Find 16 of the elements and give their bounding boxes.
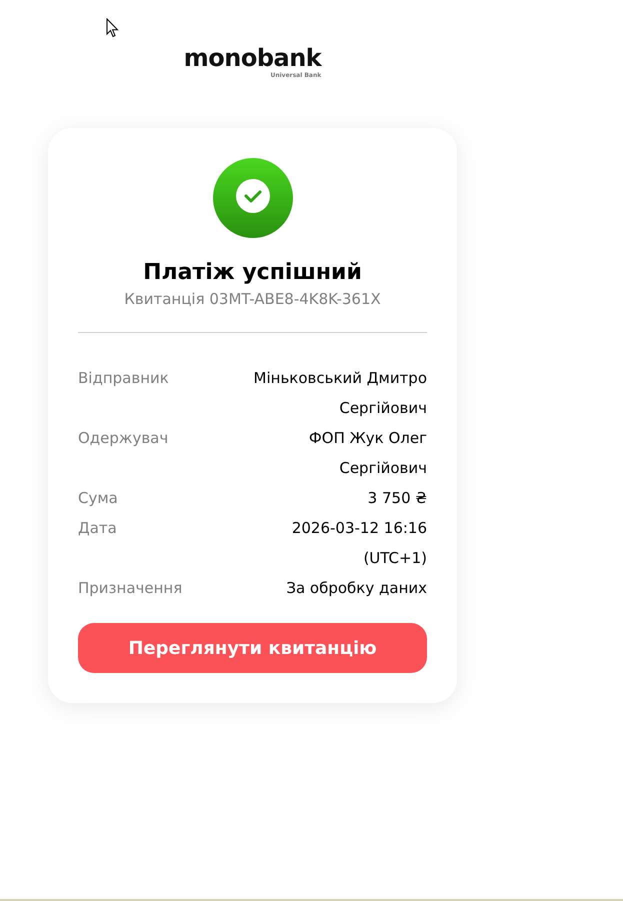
detail-value: ФОП Жук Олег Сергійович [308,428,427,479]
success-check-icon [212,158,292,238]
detail-value: За обробку даних [285,578,427,599]
detail-value: 3 750 ₴ [366,488,427,509]
detail-value: 2026-03-12 16:16 (UTC+1) [290,518,427,569]
detail-label: Відправник [78,368,169,389]
detail-label: Дата [78,518,117,539]
logo-wordmark: monobank [184,44,322,72]
cursor-icon [106,18,119,38]
detail-label: Одержувач [78,428,168,449]
view-receipt-button[interactable]: Переглянути квитанцію [78,623,427,673]
detail-label: Сума [78,488,118,509]
detail-value: Міньковський Дмитро Сергійович [252,368,427,419]
detail-label: Призначення [78,578,182,599]
receipt-number: Квитанція 03MT-ABE8-4K8K-361X [123,289,382,310]
payment-title: Платіж успішний [142,259,363,287]
